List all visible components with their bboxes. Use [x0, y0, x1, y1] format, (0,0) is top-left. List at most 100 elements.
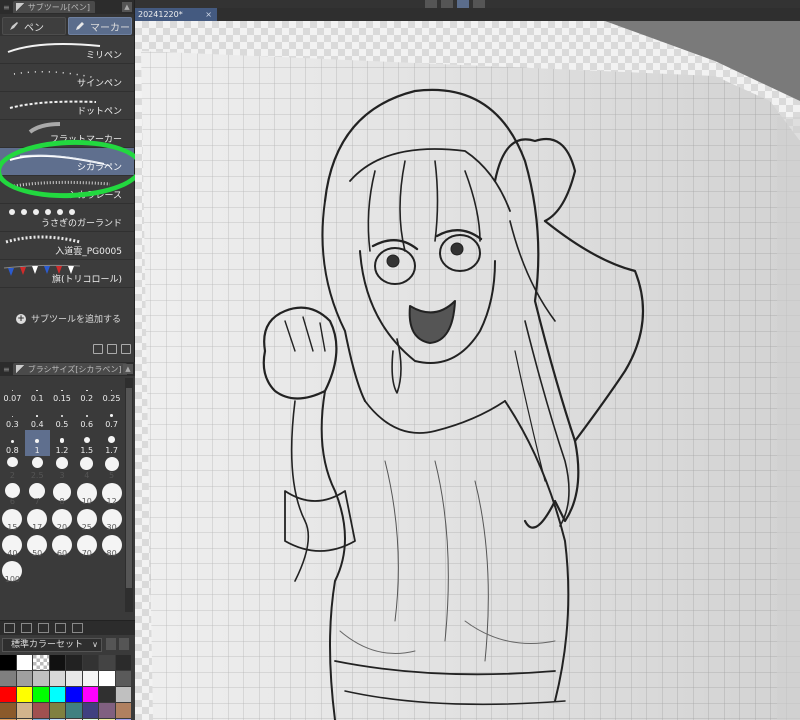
subtool-item-dotpen[interactable]: ドットペン [0, 92, 134, 120]
toolbar-icon[interactable] [441, 0, 453, 8]
color-swatch[interactable] [33, 687, 49, 702]
subtool-item-cloud[interactable]: 入道雲_PG0005 [0, 232, 134, 260]
color-swatch[interactable] [99, 703, 115, 718]
eyedropper-icon[interactable] [106, 638, 116, 650]
subtool-item-bunny-garland[interactable]: うさぎのガーランド [0, 204, 134, 232]
brush-size-option[interactable]: 3 [50, 456, 75, 482]
add-subtool-button[interactable]: + サブツールを追加する [16, 312, 121, 325]
brush-size-option[interactable]: 0.3 [0, 404, 25, 430]
color-swatch[interactable] [33, 671, 49, 686]
color-swatch[interactable] [0, 671, 16, 686]
panel-collapse-button[interactable]: ▲ [123, 364, 133, 374]
brush-size-option[interactable]: 4 [74, 456, 99, 482]
brush-size-option[interactable]: 60 [50, 534, 75, 560]
panel-collapse-button[interactable]: ▲ [122, 2, 132, 12]
color-wheel-tab-icon[interactable] [4, 623, 15, 633]
brush-size-option[interactable]: 80 [99, 534, 124, 560]
brush-size-option[interactable]: 100 [0, 560, 25, 586]
subtool-panel-tab[interactable]: サブツール[ペン] [12, 1, 95, 13]
color-swatch[interactable] [66, 671, 82, 686]
color-swatch[interactable] [115, 703, 131, 718]
color-swatch[interactable] [66, 703, 82, 718]
toolbar-icon[interactable] [425, 0, 437, 8]
brush-size-option[interactable]: 6 [0, 482, 25, 508]
color-swatch[interactable] [66, 655, 82, 670]
brush-size-option[interactable]: 1.2 [50, 430, 75, 456]
tab-pen[interactable]: ペン [2, 17, 66, 35]
brush-size-option[interactable]: 10 [74, 482, 99, 508]
color-swatch[interactable] [99, 687, 115, 702]
color-swatch[interactable] [16, 655, 32, 670]
color-swatch[interactable] [115, 671, 131, 686]
color-set-select[interactable]: 標準カラーセット ∨ [2, 638, 102, 652]
brush-size-option[interactable]: 0.15 [50, 378, 75, 404]
color-history-tab-icon[interactable] [72, 623, 83, 633]
color-swatch[interactable] [115, 655, 131, 670]
trash-icon[interactable] [121, 344, 131, 354]
color-swatch[interactable] [66, 687, 82, 702]
color-swatch[interactable] [49, 703, 65, 718]
brush-size-option[interactable]: 0.6 [74, 404, 99, 430]
transparent-swatch[interactable] [33, 655, 49, 670]
brush-size-option[interactable]: 0.8 [0, 430, 25, 456]
brush-size-option[interactable]: 1 [24, 430, 50, 456]
brush-size-option[interactable]: 50 [25, 534, 50, 560]
close-icon[interactable]: × [205, 8, 212, 21]
brush-size-option[interactable]: 0.1 [25, 378, 50, 404]
brush-size-scrollbar[interactable] [125, 378, 133, 612]
color-swatch[interactable] [115, 687, 131, 702]
canvas-area[interactable]: 20241220* × [135, 0, 800, 720]
approx-color-tab-icon[interactable] [55, 623, 66, 633]
color-swatch[interactable] [33, 703, 49, 718]
toolbar-icon[interactable] [457, 0, 469, 8]
brush-size-option[interactable]: 12 [99, 482, 124, 508]
subtool-item-millipen[interactable]: ミリペン [0, 36, 134, 64]
subtool-item-tricolor-flags[interactable]: 旗(トリコロール) [0, 260, 134, 288]
color-swatch[interactable] [0, 687, 16, 702]
color-swatch[interactable] [82, 671, 98, 686]
toolbar-icon[interactable] [473, 0, 485, 8]
color-swatch[interactable] [0, 703, 16, 718]
color-swatch[interactable] [16, 703, 32, 718]
brush-size-tab[interactable]: ブラシサイズ[シカラペン] [12, 363, 127, 375]
subtool-item-shikarapen[interactable]: シカラペン [0, 148, 134, 176]
color-swatch[interactable] [82, 703, 98, 718]
brush-size-option[interactable]: 8 [50, 482, 75, 508]
subtool-item-shikaralace[interactable]: シカラレース [0, 176, 134, 204]
brush-size-option[interactable]: 5 [99, 456, 124, 482]
color-swatch[interactable] [16, 671, 32, 686]
brush-size-option[interactable]: 2 [0, 456, 25, 482]
brush-size-option[interactable]: 2.5 [25, 456, 50, 482]
color-swatch[interactable] [16, 687, 32, 702]
color-swatch[interactable] [99, 655, 115, 670]
brush-size-option[interactable]: 1.7 [99, 430, 124, 456]
brush-size-option[interactable]: 17 [25, 508, 50, 534]
brush-size-option[interactable]: 0.4 [25, 404, 50, 430]
brush-size-option[interactable]: 20 [50, 508, 75, 534]
brush-size-option[interactable]: 25 [74, 508, 99, 534]
brush-size-option[interactable]: 30 [99, 508, 124, 534]
color-swatch[interactable] [0, 655, 16, 670]
color-swatch[interactable] [99, 671, 115, 686]
color-swatch[interactable] [49, 671, 65, 686]
color-swatch[interactable] [49, 655, 65, 670]
brush-size-option[interactable]: 70 [74, 534, 99, 560]
subtool-settings-icon[interactable] [93, 344, 103, 354]
brush-size-option[interactable]: 40 [0, 534, 25, 560]
brush-size-option[interactable]: 7 [25, 482, 50, 508]
brush-size-option[interactable]: 0.07 [0, 378, 25, 404]
subtool-item-flatmarker[interactable]: フラットマーカー [0, 120, 134, 148]
brush-size-option[interactable]: 0.25 [99, 378, 124, 404]
color-swatch[interactable] [82, 655, 98, 670]
panel-menu-icon[interactable]: ≡ [3, 365, 10, 374]
brush-size-option[interactable]: 0.7 [99, 404, 124, 430]
subtool-item-signpen[interactable]: サインペン [0, 64, 134, 92]
document-tab[interactable]: 20241220* × [135, 8, 217, 21]
brush-size-option[interactable]: 15 [0, 508, 25, 534]
color-set-settings-icon[interactable] [119, 638, 129, 650]
color-swatch[interactable] [49, 687, 65, 702]
panel-menu-icon[interactable]: ≡ [3, 3, 10, 12]
scrollbar-thumb[interactable] [126, 388, 132, 588]
brush-size-option[interactable]: 1.5 [74, 430, 99, 456]
tab-marker[interactable]: マーカー [68, 17, 132, 35]
